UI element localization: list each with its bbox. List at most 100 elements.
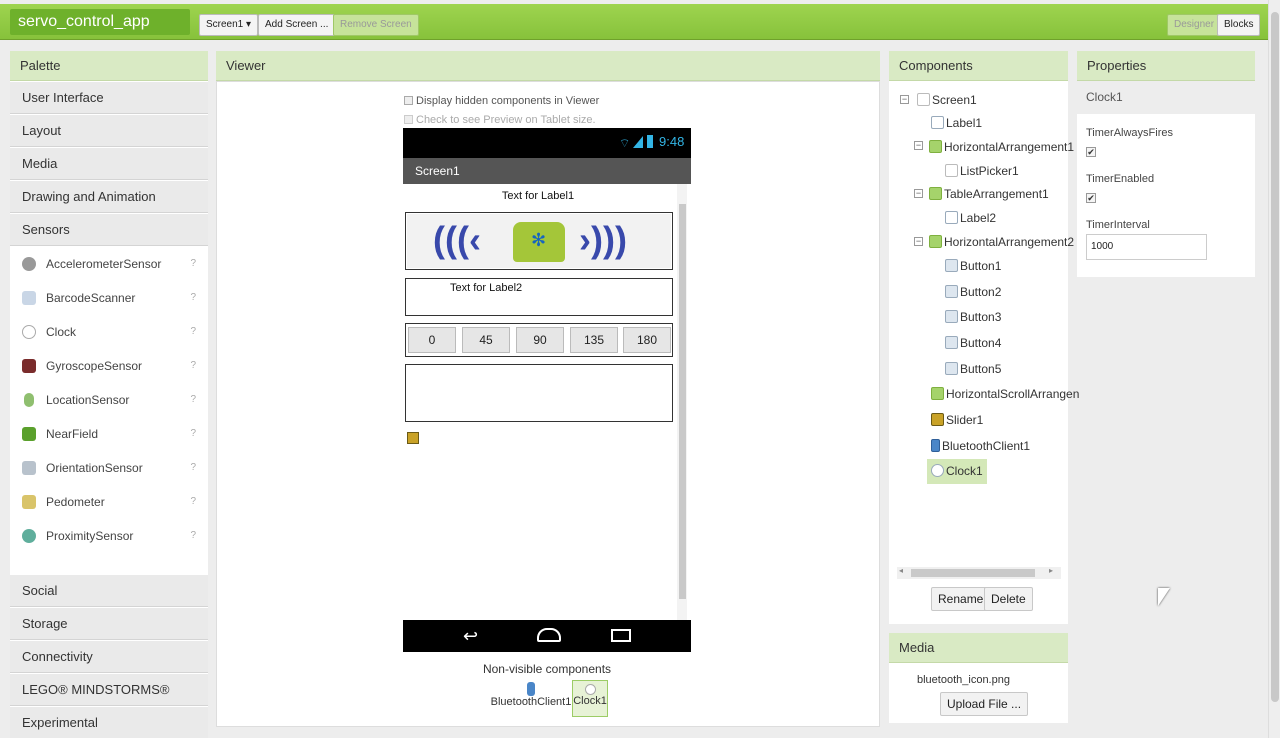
palette-item-label: Pedometer (46, 495, 105, 509)
help-icon[interactable]: ? (190, 281, 196, 315)
tree-button2[interactable]: Button2 (945, 281, 1001, 303)
palette-item-barcode[interactable]: BarcodeScanner ? (10, 281, 208, 315)
palette-item-nearfield[interactable]: NearField ? (10, 417, 208, 451)
blocks-button[interactable]: Blocks (1217, 14, 1261, 36)
palette-category-user-interface[interactable]: User Interface (10, 82, 208, 114)
tablet-preview-checkbox[interactable]: Check to see Preview on Tablet size. (404, 114, 596, 126)
collapse-icon[interactable]: − (914, 237, 923, 246)
button3[interactable]: 90 (516, 327, 564, 353)
palette-item-orientation[interactable]: OrientationSensor ? (10, 451, 208, 485)
help-icon[interactable]: ? (190, 315, 196, 349)
nonvisible-bluetooth[interactable]: BluetoothClient1 (490, 682, 572, 708)
button-icon (945, 285, 958, 298)
tree-horizontal-arrangement1[interactable]: HorizontalArrangement1 (929, 136, 1074, 158)
designer-button[interactable]: Designer (1167, 14, 1222, 36)
help-icon[interactable]: ? (190, 247, 196, 281)
help-icon[interactable]: ? (190, 383, 196, 417)
button2[interactable]: 45 (462, 327, 510, 353)
horizontal-arrangement2[interactable]: 0 45 90 135 180 (405, 323, 673, 357)
button5[interactable]: 180 (623, 327, 671, 353)
palette-item-proximity[interactable]: ProximitySensor ? (10, 519, 208, 553)
back-icon[interactable]: ↩ (463, 626, 478, 647)
add-screen-button[interactable]: Add Screen ... (258, 14, 336, 36)
palette-category-layout[interactable]: Layout (10, 115, 208, 147)
checkbox-box[interactable] (404, 96, 413, 105)
label-icon (931, 116, 944, 129)
tree-bluetoothclient1[interactable]: BluetoothClient1 (931, 435, 1030, 457)
tree-clock1[interactable]: Clock1 (927, 459, 987, 484)
label2[interactable]: Text for Label2 (450, 282, 522, 294)
rename-button[interactable]: Rename (931, 587, 991, 611)
tree-horizontal-arrangement2[interactable]: HorizontalArrangement2 (929, 231, 1074, 253)
palette-category-sensors[interactable]: Sensors (10, 214, 208, 246)
arrangement-icon (931, 387, 944, 400)
clock-icon (22, 325, 36, 339)
palette-category-media[interactable]: Media (10, 148, 208, 180)
tree-hscrollbar-thumb[interactable] (911, 569, 1035, 577)
label1[interactable]: Text for Label1 (403, 190, 673, 202)
tree-button5[interactable]: Button5 (945, 358, 1001, 380)
collapse-icon[interactable]: − (900, 95, 909, 104)
collapse-icon[interactable]: − (914, 189, 923, 198)
tree-button3[interactable]: Button3 (945, 306, 1001, 328)
scroll-right-icon[interactable]: ▸ (1049, 566, 1053, 575)
tree-label: Button1 (960, 259, 1002, 273)
slider-icon[interactable] (407, 432, 419, 444)
button-icon (945, 336, 958, 349)
tree-slider1[interactable]: Slider1 (931, 409, 983, 431)
tree-label2[interactable]: Label2 (945, 207, 996, 229)
tree-hscrollbar[interactable]: ◂ ▸ (897, 566, 1061, 579)
table-arrangement1[interactable]: Text for Label2 (405, 278, 673, 316)
palette-category-social[interactable]: Social (10, 575, 208, 607)
button4[interactable]: 135 (570, 327, 618, 353)
upload-file-button[interactable]: Upload File ... (940, 692, 1029, 716)
palette-item-pedometer[interactable]: Pedometer ? (10, 485, 208, 519)
palette-category-connectivity[interactable]: Connectivity (10, 641, 208, 673)
nonvisible-clock[interactable]: Clock1 (572, 680, 608, 717)
horizontal-arrangement1[interactable]: (((‹ ✻ ›))) (405, 212, 673, 270)
recents-icon[interactable] (611, 629, 631, 642)
tree-label: HorizontalArrangement2 (944, 235, 1075, 249)
remove-screen-button[interactable]: Remove Screen (333, 14, 419, 36)
screen-scrollbar-thumb[interactable] (679, 204, 686, 599)
help-icon[interactable]: ? (190, 451, 196, 485)
tree-horizontal-scroll-arrangement[interactable]: HorizontalScrollArrangen (931, 383, 1079, 405)
palette-item-accelerometer[interactable]: AccelerometerSensor ? (10, 247, 208, 281)
home-icon[interactable] (537, 628, 561, 642)
help-icon[interactable]: ? (190, 417, 196, 451)
collapse-icon[interactable]: − (914, 141, 923, 150)
tree-label1[interactable]: Label1 (931, 112, 982, 134)
tree-button1[interactable]: Button1 (945, 255, 1001, 277)
display-hidden-checkbox[interactable]: Display hidden components in Viewer (404, 95, 599, 107)
checkbox-box[interactable] (404, 115, 413, 124)
help-icon[interactable]: ? (190, 519, 196, 553)
tree-listpicker1[interactable]: ListPicker1 (945, 160, 1019, 182)
non-visible-title: Non-visible components (482, 662, 612, 676)
timer-always-fires-checkbox[interactable]: ✔ (1086, 147, 1096, 157)
delete-button[interactable]: Delete (984, 587, 1033, 611)
palette-item-gyroscope[interactable]: GyroscopeSensor ? (10, 349, 208, 383)
palette-category-experimental[interactable]: Experimental (10, 707, 208, 738)
screen-scrollbar[interactable] (677, 184, 687, 620)
button1[interactable]: 0 (408, 327, 456, 353)
media-file[interactable]: bluetooth_icon.png (917, 674, 1010, 686)
palette-item-clock[interactable]: Clock ? (10, 315, 208, 349)
tree-table-arrangement1[interactable]: TableArrangement1 (929, 183, 1049, 205)
palette-item-location[interactable]: LocationSensor ? (10, 383, 208, 417)
horizontal-scroll-arrangement[interactable] (405, 364, 673, 422)
tree-button4[interactable]: Button4 (945, 332, 1001, 354)
scroll-left-icon[interactable]: ◂ (899, 566, 903, 575)
top-toolbar: servo_control_app Screen1 ▾ Add Screen .… (0, 4, 1268, 40)
help-icon[interactable]: ? (190, 349, 196, 383)
page-scrollbar-thumb[interactable] (1271, 12, 1279, 702)
page-scrollbar[interactable] (1268, 0, 1280, 738)
palette-category-lego[interactable]: LEGO® MINDSTORMS® (10, 674, 208, 706)
tree-label: Clock1 (946, 464, 983, 478)
tree-screen1[interactable]: Screen1 (917, 89, 977, 111)
help-icon[interactable]: ? (190, 485, 196, 519)
screen-selector[interactable]: Screen1 ▾ (199, 14, 259, 36)
timer-interval-input[interactable]: 1000 (1086, 234, 1207, 260)
palette-category-storage[interactable]: Storage (10, 608, 208, 640)
timer-enabled-checkbox[interactable]: ✔ (1086, 193, 1096, 203)
palette-category-drawing[interactable]: Drawing and Animation (10, 181, 208, 213)
